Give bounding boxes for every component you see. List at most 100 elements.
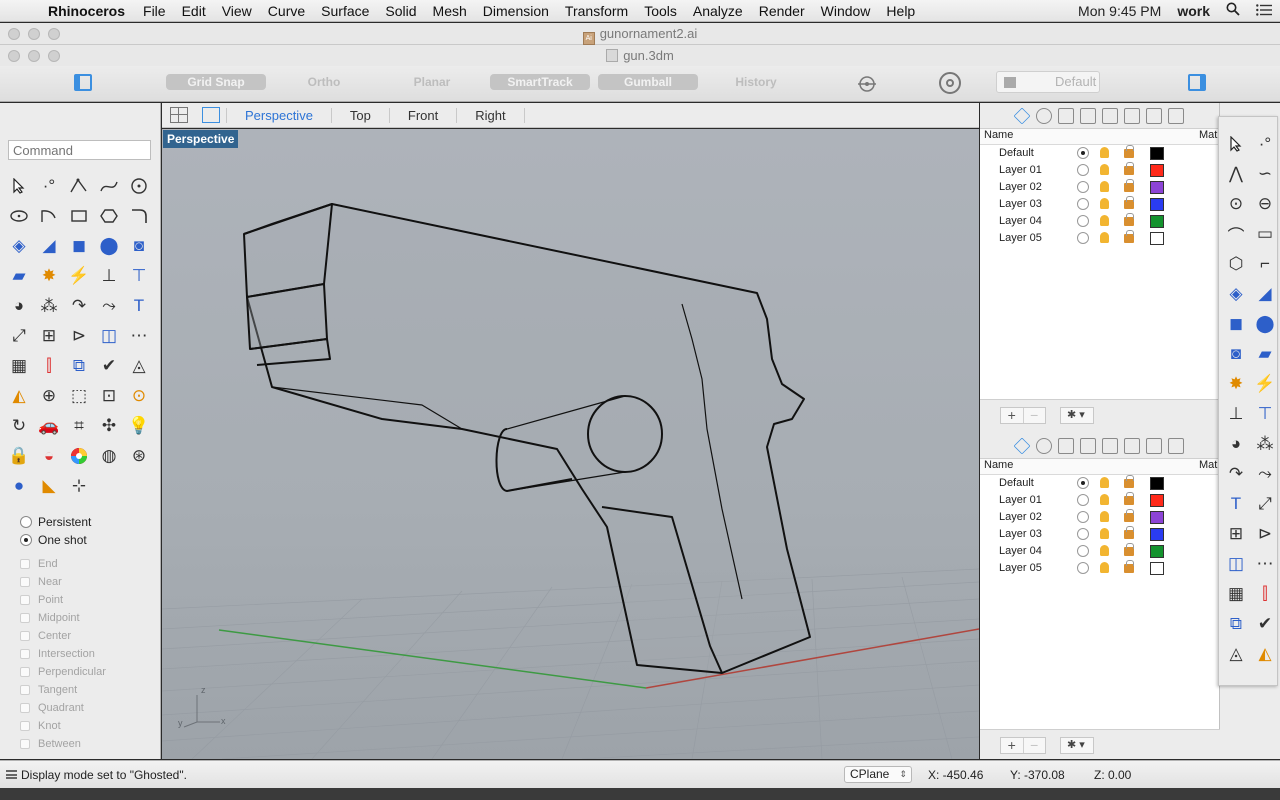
current-layer-radio[interactable] <box>1077 562 1089 574</box>
menu-solid[interactable]: Solid <box>377 3 424 19</box>
tab-top[interactable]: Top <box>330 107 389 123</box>
explode-icon[interactable]: ✸ <box>34 261 64 291</box>
layer-row[interactable]: Default <box>980 145 1219 162</box>
mirror-icon[interactable]: ⊳ <box>64 321 94 351</box>
menu-render[interactable]: Render <box>751 3 813 19</box>
split-icon[interactable]: ⚡ <box>64 261 94 291</box>
command-input[interactable] <box>8 140 151 160</box>
viewport-tab-icon[interactable] <box>1146 107 1162 124</box>
spotlight-icon[interactable]: ◣ <box>34 471 64 501</box>
project-icon[interactable]: ⊤ <box>1251 399 1279 429</box>
array-icon[interactable]: ⊞ <box>1221 519 1251 549</box>
cylinder-icon[interactable]: ◙ <box>1221 339 1251 369</box>
explode-icon[interactable]: ✸ <box>1221 369 1251 399</box>
menu-file[interactable]: File <box>135 3 174 19</box>
layer-row[interactable]: Layer 01 <box>980 162 1219 179</box>
osnap-center-checkbox[interactable]: Center <box>20 627 160 645</box>
layer-name[interactable]: Layer 01 <box>999 494 1042 506</box>
section-icon[interactable]: ⋯ <box>1251 549 1279 579</box>
layer-name[interactable]: Layer 04 <box>999 545 1042 557</box>
layer-icon[interactable]: ◒ <box>34 441 64 471</box>
current-layer-radio[interactable] <box>1077 494 1089 506</box>
layer-name[interactable]: Layer 05 <box>999 562 1042 574</box>
tab-front[interactable]: Front <box>388 107 456 123</box>
osnap-midpoint-checkbox[interactable]: Midpoint <box>20 609 160 627</box>
array-icon[interactable]: ⊞ <box>34 321 64 351</box>
surface-edit-icon[interactable]: ▰ <box>4 261 34 291</box>
layer-row[interactable]: Layer 05 <box>980 230 1219 247</box>
scale-icon[interactable]: ⤳ <box>1251 459 1279 489</box>
point-icon[interactable]: ·° <box>1251 129 1279 159</box>
smarttrack-toggle[interactable]: SmartTrack <box>490 74 590 90</box>
analyze-icon[interactable]: ◬ <box>1221 639 1251 669</box>
layer-color-swatch[interactable] <box>1150 215 1164 228</box>
cplane-select[interactable]: CPlane ⇕ <box>844 766 912 783</box>
grid-snap-toggle[interactable]: Grid Snap <box>166 74 266 90</box>
materials-tab-icon[interactable] <box>1124 107 1140 124</box>
menu-edit[interactable]: Edit <box>174 3 214 19</box>
rectangle-icon[interactable] <box>64 201 94 231</box>
left-sidebar-toggle-icon[interactable] <box>74 74 92 91</box>
rotate-icon[interactable]: ↷ <box>64 291 94 321</box>
text-icon[interactable]: T <box>1221 489 1251 519</box>
dimension-icon[interactable]: ⤢ <box>1251 489 1279 519</box>
current-layer-radio[interactable] <box>1077 477 1089 489</box>
boolean-difference-icon[interactable]: ◕ <box>4 291 34 321</box>
layer-visibility-bulb-icon[interactable] <box>1100 181 1109 192</box>
remove-layer-button[interactable]: − <box>1022 738 1046 753</box>
layer-color-swatch[interactable] <box>1150 545 1164 558</box>
orient-icon[interactable]: ⧉ <box>1221 609 1251 639</box>
gumball-toggle[interactable]: Gumball <box>598 74 698 90</box>
materials-tab-icon[interactable] <box>1124 437 1140 454</box>
notification-center-icon[interactable] <box>1248 3 1280 19</box>
analyze-icon[interactable]: ◬ <box>124 351 154 381</box>
light-icon[interactable]: 💡 <box>124 411 154 441</box>
zoom-window-icon[interactable]: ⬚ <box>64 381 94 411</box>
layers-tab-icon[interactable] <box>1013 437 1031 454</box>
ortho-toggle[interactable]: Ortho <box>274 74 374 90</box>
arc-icon[interactable] <box>34 201 64 231</box>
layer-lock-icon[interactable] <box>1124 509 1134 522</box>
osnap-tangent-checkbox[interactable]: Tangent <box>20 681 160 699</box>
menu-help[interactable]: Help <box>878 3 923 19</box>
layer-lock-icon[interactable] <box>1124 230 1134 243</box>
spotlight-search-icon[interactable] <box>1218 2 1248 19</box>
notes-tab-icon[interactable] <box>1058 437 1074 454</box>
ellipse-icon[interactable]: ⊖ <box>1251 189 1279 219</box>
current-layer-radio[interactable] <box>1077 232 1089 244</box>
osnap-quadrant-checkbox[interactable]: Quadrant <box>20 699 160 717</box>
menu-curve[interactable]: Curve <box>260 3 313 19</box>
zoom-extents-icon[interactable]: ⊡ <box>94 381 124 411</box>
osnap-intersection-checkbox[interactable]: Intersection <box>20 645 160 663</box>
layer-visibility-bulb-icon[interactable] <box>1100 511 1109 522</box>
boolean-union-icon[interactable]: ⬤ <box>1251 309 1279 339</box>
background-window-titlebar[interactable]: Ai gunornament2.ai <box>0 23 1280 45</box>
layer-row[interactable]: Layer 03 <box>980 526 1219 543</box>
clock[interactable]: Mon 9:45 PM <box>1070 3 1169 19</box>
arc-icon[interactable]: ⌒ <box>1221 219 1251 249</box>
layer-row[interactable]: Layer 01 <box>980 492 1219 509</box>
layer-lock-icon[interactable] <box>1124 196 1134 209</box>
osnap-point-checkbox[interactable]: Point <box>20 591 160 609</box>
zoom-selected-icon[interactable]: ⊙ <box>124 381 154 411</box>
menu-app-name[interactable]: Rhinoceros <box>40 3 135 19</box>
group-icon[interactable]: ⁂ <box>1251 429 1279 459</box>
layer-row[interactable]: Layer 05 <box>980 560 1219 577</box>
globe-icon[interactable]: ⊛ <box>124 441 154 471</box>
menu-surface[interactable]: Surface <box>313 3 377 19</box>
rotate-icon[interactable]: ↷ <box>1221 459 1251 489</box>
menu-dimension[interactable]: Dimension <box>475 3 557 19</box>
layer-visibility-bulb-icon[interactable] <box>1100 562 1109 573</box>
layer-visibility-bulb-icon[interactable] <box>1100 232 1109 243</box>
layer-row[interactable]: Layer 02 <box>980 509 1219 526</box>
current-layer-radio[interactable] <box>1077 164 1089 176</box>
layer-row[interactable]: Layer 02 <box>980 179 1219 196</box>
layers-tab-icon[interactable] <box>1013 107 1031 124</box>
current-layer-radio[interactable] <box>1077 511 1089 523</box>
rectangle-icon[interactable]: ▭ <box>1251 219 1279 249</box>
mesh-icon[interactable]: ◫ <box>94 321 124 351</box>
layer-color-swatch[interactable] <box>1150 232 1164 245</box>
curve-icon[interactable] <box>94 171 124 201</box>
box-solid-icon[interactable]: ◼ <box>1221 309 1251 339</box>
planar-toggle[interactable]: Planar <box>382 74 482 90</box>
